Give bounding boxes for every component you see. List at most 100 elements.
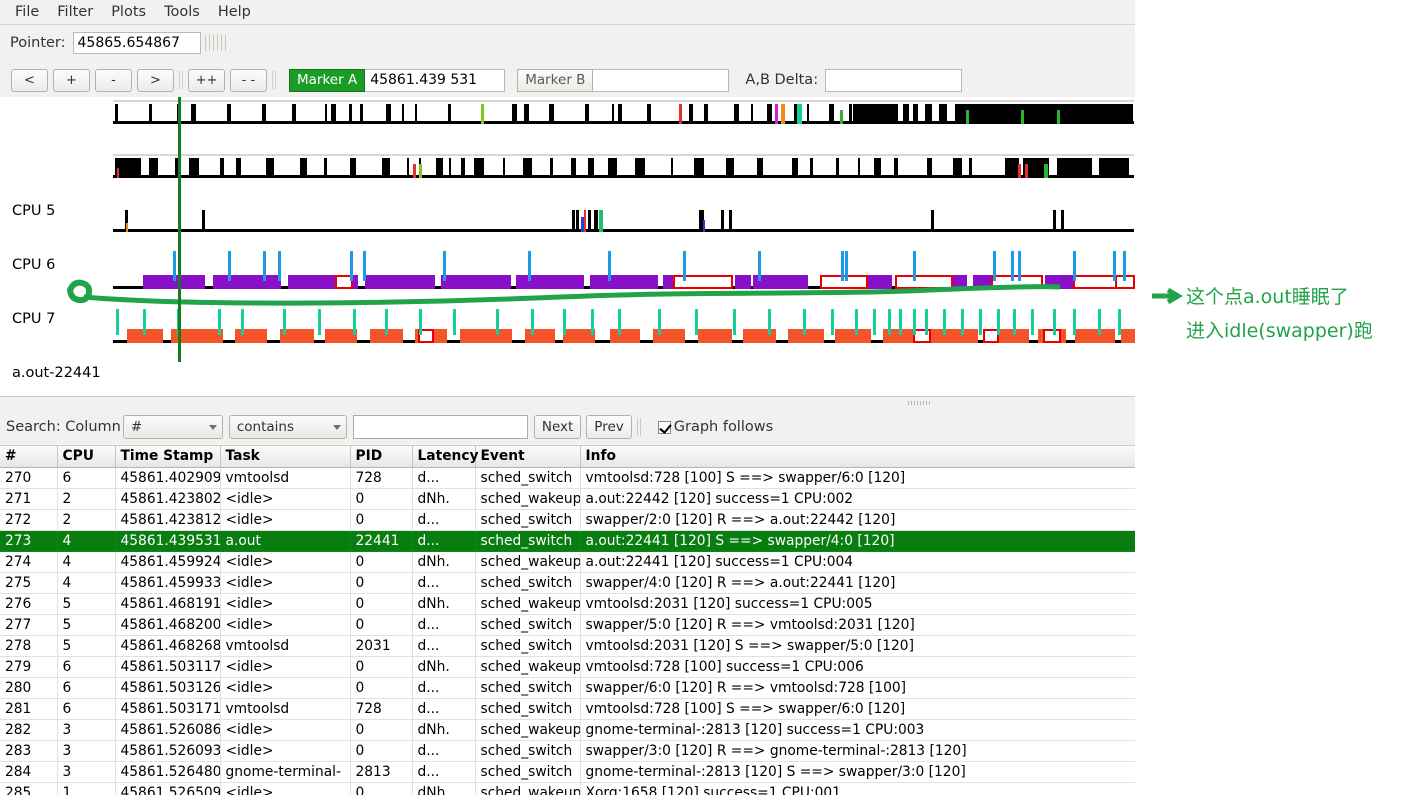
col-header-number[interactable]: # bbox=[0, 446, 57, 467]
plot-event-tick bbox=[894, 158, 898, 178]
plot-event-tick bbox=[888, 309, 891, 335]
search-condition-select[interactable]: contains bbox=[229, 415, 347, 439]
marker-b-value[interactable] bbox=[593, 69, 729, 92]
table-row[interactable]: 273445861.439531a.out22441d...sched_swit… bbox=[0, 530, 1135, 551]
zoom-in-fast-button[interactable]: ++ bbox=[188, 69, 225, 92]
table-row[interactable]: 278545861.468268vmtoolsd2031d...sched_sw… bbox=[0, 635, 1135, 656]
cell-pid: 0 bbox=[350, 719, 412, 740]
search-column-select[interactable]: # bbox=[123, 415, 223, 439]
cell-event: sched_wakeup bbox=[475, 782, 580, 795]
plot-task-band bbox=[516, 275, 584, 289]
marker-b-button[interactable]: Marker B bbox=[517, 69, 593, 92]
plot-event-tick bbox=[618, 104, 622, 124]
col-header-pid[interactable]: PID bbox=[350, 446, 412, 467]
plot-event-tick bbox=[563, 309, 566, 335]
menu-tools[interactable]: Tools bbox=[155, 1, 209, 23]
search-toolbar-grip[interactable] bbox=[637, 418, 643, 436]
menu-filter[interactable]: Filter bbox=[48, 1, 102, 23]
table-row[interactable]: 270645861.402909vmtoolsd728d...sched_swi… bbox=[0, 467, 1135, 488]
plot-aout-22441[interactable] bbox=[113, 252, 1134, 297]
col-header-info[interactable]: Info bbox=[580, 446, 1135, 467]
search-prev-button[interactable]: Prev bbox=[586, 415, 631, 439]
plot-event-tick bbox=[1011, 251, 1014, 281]
pointer-input[interactable]: 45865.654867 bbox=[73, 32, 201, 54]
table-row[interactable]: 271245861.423802<idle>0dNh.sched_wakeupa… bbox=[0, 488, 1135, 509]
table-row[interactable]: 285145861.526509<idle>0dNh.sched_wakeupX… bbox=[0, 782, 1135, 795]
plot-aout-22442[interactable] bbox=[113, 306, 1134, 351]
table-row[interactable]: 276545861.468191<idle>0dNh.sched_wakeupv… bbox=[0, 593, 1135, 614]
table-row[interactable]: 282345861.526086<idle>0dNh.sched_wakeupg… bbox=[0, 719, 1135, 740]
cell-info: gnome-terminal-:2813 [120] S ==> swapper… bbox=[580, 761, 1135, 782]
marker-a-button[interactable]: Marker A bbox=[289, 69, 365, 92]
plot-event-tick bbox=[658, 309, 661, 335]
table-row[interactable]: 283345861.526093<idle>0d...sched_switchs… bbox=[0, 740, 1135, 761]
plot-event-tick bbox=[512, 104, 517, 124]
cell-number: 282 bbox=[0, 719, 57, 740]
search-input[interactable] bbox=[353, 415, 528, 439]
trace-graph[interactable]: CPU 5 CPU 6 CPU 7 a.out-22441 a.out-2244… bbox=[0, 97, 1135, 397]
cell-timestamp: 45861.526093 bbox=[115, 740, 220, 761]
table-row[interactable]: 280645861.503126<idle>0d...sched_switchs… bbox=[0, 677, 1135, 698]
toolbar-grip-2[interactable] bbox=[272, 71, 278, 89]
plot-event-tick bbox=[350, 158, 356, 178]
cell-task: a.out bbox=[220, 530, 350, 551]
zoom-left-button[interactable]: < bbox=[11, 69, 48, 92]
graph-follows-toggle[interactable]: Graph follows bbox=[658, 419, 773, 435]
event-table[interactable]: # CPU Time Stamp Task PID Latency Event … bbox=[0, 445, 1135, 795]
plot-event-tick bbox=[751, 104, 753, 124]
plot-event-tick bbox=[528, 251, 531, 281]
zoom-out-fast-button[interactable]: - - bbox=[230, 69, 267, 92]
cell-task: vmtoolsd bbox=[220, 698, 350, 719]
kernelshark-window: File Filter Plots Tools Help Pointer: 45… bbox=[0, 0, 1421, 795]
col-header-cpu[interactable]: CPU bbox=[57, 446, 115, 467]
plot-event-tick bbox=[841, 251, 844, 281]
zoom-right-button[interactable]: > bbox=[137, 69, 174, 92]
track-label-cpu-7: CPU 7 bbox=[12, 311, 55, 327]
table-row[interactable]: 284345861.526480gnome-terminal-2813d...s… bbox=[0, 761, 1135, 782]
col-header-latency[interactable]: Latency bbox=[412, 446, 475, 467]
col-header-timestamp[interactable]: Time Stamp bbox=[115, 446, 220, 467]
table-row[interactable]: 272245861.423812<idle>0d...sched_switchs… bbox=[0, 509, 1135, 530]
cell-event: sched_switch bbox=[475, 740, 580, 761]
plot-task-band bbox=[1075, 329, 1115, 343]
plot-task-band bbox=[743, 329, 776, 343]
plot-task-band bbox=[610, 329, 640, 343]
cell-cpu: 1 bbox=[57, 782, 115, 795]
graph-follows-checkbox[interactable] bbox=[658, 421, 671, 434]
plot-cpu-5[interactable] bbox=[113, 100, 1134, 132]
table-row[interactable]: 279645861.503117<idle>0dNh.sched_wakeupv… bbox=[0, 656, 1135, 677]
splitter-handle[interactable] bbox=[908, 401, 932, 405]
plot-event-tick bbox=[807, 104, 809, 124]
plot-event-tick bbox=[1053, 309, 1056, 335]
menu-plots[interactable]: Plots bbox=[102, 1, 155, 23]
plot-event-tick bbox=[461, 158, 465, 178]
table-row[interactable]: 274445861.459924<idle>0dNh.sched_wakeupa… bbox=[0, 551, 1135, 572]
plot-event-tick bbox=[953, 158, 962, 178]
search-next-button[interactable]: Next bbox=[534, 415, 581, 439]
cell-timestamp: 45861.503171 bbox=[115, 698, 220, 719]
table-row[interactable]: 275445861.459933<idle>0d...sched_switchs… bbox=[0, 572, 1135, 593]
plot-event-tick bbox=[993, 251, 996, 281]
ab-delta-value[interactable] bbox=[825, 69, 962, 92]
table-row[interactable]: 277545861.468200<idle>0d...sched_switchs… bbox=[0, 614, 1135, 635]
toolbar-grip-1[interactable] bbox=[179, 71, 185, 89]
plot-cpu-6[interactable] bbox=[113, 154, 1134, 186]
pointer-grip-handle[interactable] bbox=[205, 35, 227, 51]
menu-file[interactable]: File bbox=[6, 1, 48, 23]
zoom-out-button[interactable]: - bbox=[95, 69, 132, 92]
plot-event-tick bbox=[925, 309, 928, 335]
plot-event-tick bbox=[1053, 210, 1056, 232]
menu-help[interactable]: Help bbox=[209, 1, 260, 23]
col-header-task[interactable]: Task bbox=[220, 446, 350, 467]
col-header-event[interactable]: Event bbox=[475, 446, 580, 467]
table-row[interactable]: 281645861.503171vmtoolsd728d...sched_swi… bbox=[0, 698, 1135, 719]
cell-task: vmtoolsd bbox=[220, 467, 350, 488]
cell-task: <idle> bbox=[220, 593, 350, 614]
plot-cpu-7[interactable] bbox=[113, 208, 1134, 240]
plot-event-tick bbox=[1073, 251, 1076, 281]
marker-a-value[interactable]: 45861.439 531 bbox=[365, 69, 505, 92]
plot-task-band bbox=[753, 275, 808, 289]
plot-event-tick bbox=[324, 158, 327, 178]
zoom-in-button[interactable]: + bbox=[53, 69, 90, 92]
plot-event-tick bbox=[925, 104, 932, 124]
